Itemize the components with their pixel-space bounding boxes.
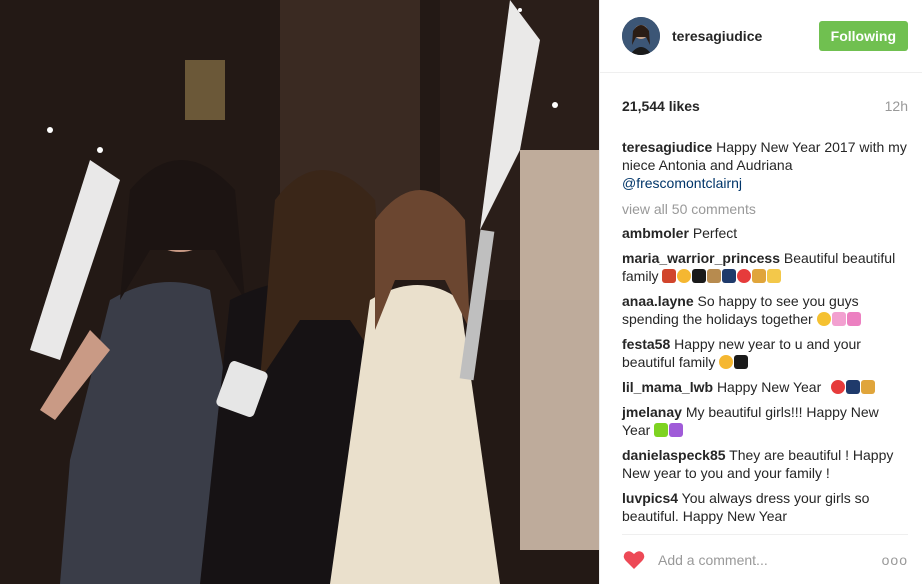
heart-emoji xyxy=(692,269,707,283)
avatar-image xyxy=(622,17,660,55)
add-comment-input[interactable] xyxy=(658,551,882,568)
comment-user[interactable]: luvpics4 xyxy=(622,490,678,506)
comment-text: Happy New Year xyxy=(716,379,822,395)
party-emoji xyxy=(767,269,782,283)
more-options-icon[interactable]: ooo xyxy=(882,552,908,568)
avatar[interactable] xyxy=(622,17,660,55)
dancer-emoji xyxy=(662,269,677,283)
kiss-emoji xyxy=(719,355,734,369)
comment: danielaspeck85 They are beautiful ! Happ… xyxy=(622,446,908,482)
caption-user[interactable]: teresagiudice xyxy=(622,139,712,155)
post-sidebar: teresagiudice Following 21,544 likes 12h… xyxy=(599,0,922,584)
fireworks-emoji xyxy=(846,380,861,394)
comment: jmelanay My beautiful girls!!! Happy New… xyxy=(622,403,908,439)
hearts-emoji xyxy=(831,312,846,326)
comment: luvpics4 You always dress your girls so … xyxy=(622,489,908,525)
caption-mention[interactable]: @frescomontclairnj xyxy=(622,175,742,191)
fireworks-emoji xyxy=(722,269,737,283)
balloon-emoji xyxy=(737,269,752,283)
comment-user[interactable]: lil_mama_lwb xyxy=(622,379,713,395)
following-button[interactable]: Following xyxy=(818,21,908,51)
kiss-emoji xyxy=(677,269,692,283)
purple-heart-emoji xyxy=(669,423,684,437)
comment-user[interactable]: ambmoler xyxy=(622,225,689,241)
post-time[interactable]: 12h xyxy=(885,98,908,114)
comment-user[interactable]: festa58 xyxy=(622,336,670,352)
instagram-post: teresagiudice Following 21,544 likes 12h… xyxy=(0,0,922,584)
comment: maria_warrior_princess Beautiful beautif… xyxy=(622,249,908,285)
comment-user[interactable]: danielaspeck85 xyxy=(622,447,726,463)
comment-footer: ooo xyxy=(622,534,908,584)
confetti-emoji xyxy=(861,380,876,394)
post-photo[interactable] xyxy=(0,0,599,584)
champagne-emoji xyxy=(707,269,722,283)
comment: festa58 Happy new year to u and your bea… xyxy=(622,335,908,371)
comment-user[interactable]: jmelanay xyxy=(622,404,682,420)
hearts-emoji xyxy=(846,312,861,326)
comment-user[interactable]: maria_warrior_princess xyxy=(622,250,780,266)
comment: ambmoler Perfect xyxy=(622,224,908,242)
comment-user[interactable]: anaa.layne xyxy=(622,293,694,309)
comments-list: teresagiudice Happy New Year 2017 with m… xyxy=(600,138,922,534)
comment: anaa.layne So happy to see you guys spen… xyxy=(622,292,908,328)
likes-count[interactable]: 21,544 likes xyxy=(622,98,700,114)
hug-emoji xyxy=(816,312,831,326)
balloon-emoji xyxy=(831,380,846,394)
heart-emoji xyxy=(734,355,749,369)
view-all-comments-link[interactable]: view all 50 comments xyxy=(622,201,908,217)
confetti-emoji xyxy=(752,269,767,283)
photo-illustration xyxy=(0,0,599,584)
caption: teresagiudice Happy New Year 2017 with m… xyxy=(622,138,908,192)
comment: lil_mama_lwb Happy New Year xyxy=(622,378,908,396)
like-heart-icon[interactable] xyxy=(622,548,646,572)
post-meta: 21,544 likes 12h xyxy=(600,73,922,138)
comment-text: Perfect xyxy=(692,225,738,241)
username[interactable]: teresagiudice xyxy=(672,28,819,44)
post-header: teresagiudice Following xyxy=(600,0,922,73)
green-heart-emoji xyxy=(654,423,669,437)
